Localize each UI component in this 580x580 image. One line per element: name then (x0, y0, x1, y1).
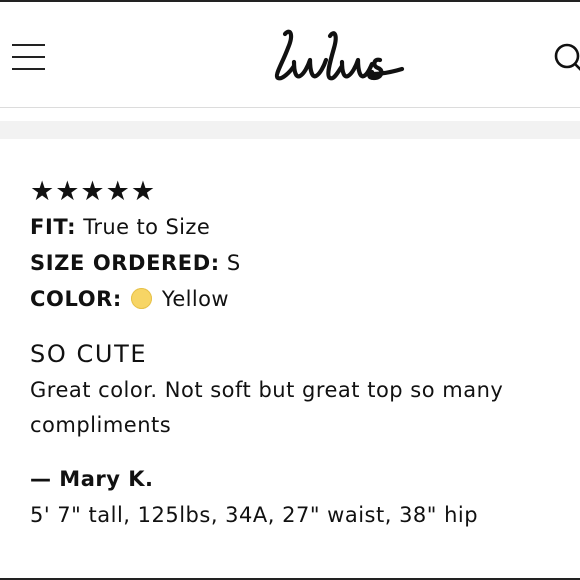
site-header (0, 2, 580, 108)
size-row: SIZE ORDERED: S (30, 245, 560, 281)
lulus-logo[interactable] (268, 22, 408, 92)
section-divider-band (0, 121, 580, 139)
menu-line (12, 68, 45, 70)
hamburger-menu-icon[interactable] (12, 44, 46, 70)
fit-label: FIT: (30, 215, 77, 239)
rating-stars: ★★★★★ (30, 176, 157, 207)
color-label: COLOR: (30, 287, 122, 311)
review-title: SO CUTE (30, 340, 148, 368)
size-label: SIZE ORDERED: (30, 251, 220, 275)
color-row: COLOR: Yellow (30, 281, 560, 317)
color-swatch-icon (130, 288, 152, 309)
fit-value: True to Size (83, 215, 211, 239)
fit-row: FIT: True to Size (30, 209, 560, 245)
menu-line (12, 56, 45, 58)
review-card: ★★★★★ FIT: True to Size SIZE ORDERED: S … (30, 175, 560, 533)
size-value: S (226, 251, 241, 275)
search-icon[interactable] (552, 40, 580, 80)
color-value: Yellow (161, 287, 229, 311)
reviewer-measurements: 5' 7" tall, 125lbs, 34A, 27" waist, 38" … (30, 503, 479, 527)
menu-line (12, 44, 45, 46)
review-body: Great color. Not soft but great top so m… (30, 378, 504, 437)
review-author: — Mary K. (30, 467, 154, 491)
page: ★★★★★ FIT: True to Size SIZE ORDERED: S … (0, 0, 580, 580)
